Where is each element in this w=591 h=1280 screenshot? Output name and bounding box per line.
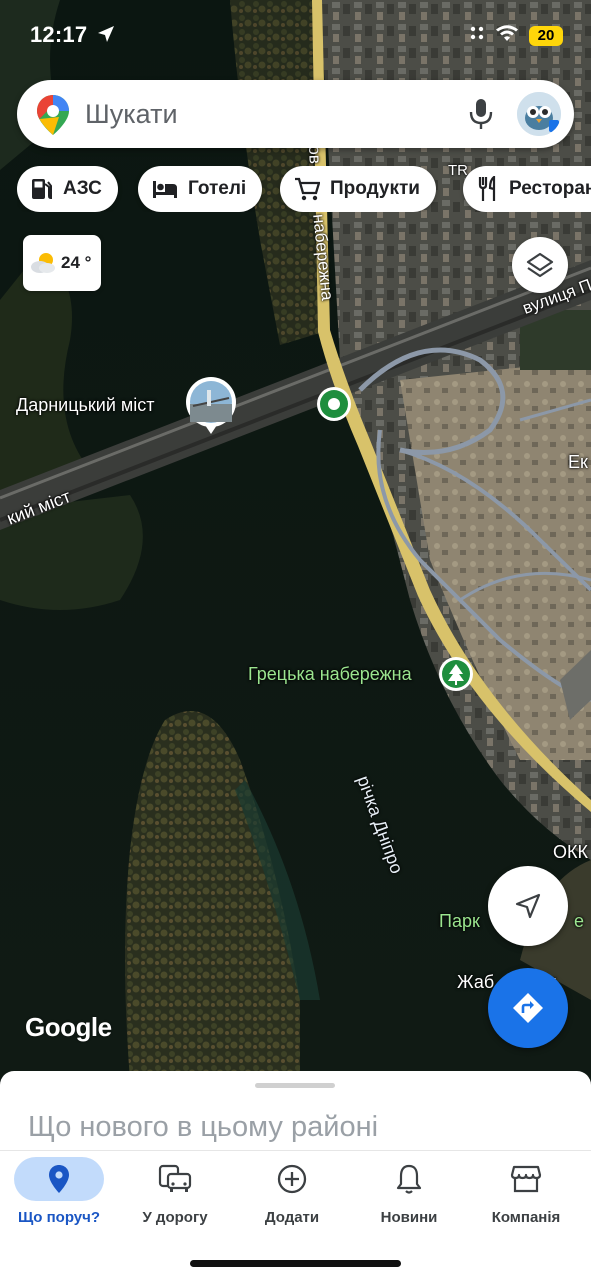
search-input[interactable]: Шукати — [85, 99, 178, 130]
status-icons: 20 — [469, 24, 563, 47]
map-label-darnytskyi-bridge[interactable]: Дарницький міст — [16, 395, 155, 416]
avatar[interactable] — [517, 92, 561, 136]
chip-label: Готелі — [188, 178, 247, 199]
nav-label: Що поруч? — [17, 1209, 101, 1226]
weather-badge[interactable]: 24 ° — [23, 235, 101, 291]
chip-restaurants[interactable]: Ресторани — [463, 166, 591, 212]
layers-icon — [526, 252, 554, 278]
partly-cloudy-icon — [31, 253, 55, 273]
grid-dots-icon — [469, 25, 485, 46]
hotel-bed-icon — [153, 181, 177, 198]
chip-groceries[interactable]: Продукти — [280, 166, 436, 212]
location-arrow-icon — [96, 24, 116, 49]
directions-icon — [513, 993, 543, 1023]
map-label-zhab-partial[interactable]: Жаб — [457, 972, 494, 993]
layers-button[interactable] — [512, 237, 568, 293]
weather-temperature: 24 ° — [61, 253, 92, 272]
search-bar[interactable]: Шукати — [17, 80, 574, 148]
nav-contribute[interactable]: Додати — [233, 1157, 351, 1237]
location-pin-icon — [49, 1165, 69, 1193]
wifi-icon — [495, 24, 519, 47]
chip-label: Ресторани — [509, 178, 591, 199]
chip-label: АЗС — [63, 178, 102, 199]
shopping-cart-icon — [295, 177, 320, 201]
navigation-arrow-icon — [515, 893, 541, 919]
nav-explore[interactable]: Що поруч? — [0, 1157, 118, 1237]
nav-label: У дорогу — [142, 1209, 208, 1226]
sheet-drag-handle[interactable] — [255, 1083, 335, 1088]
nav-label: Компанія — [491, 1209, 561, 1226]
map-label-ek-partial: Ек — [568, 452, 588, 472]
chip-label: Продукти — [330, 178, 420, 199]
nav-commute[interactable]: У дорогу — [116, 1157, 234, 1237]
bridge-photo-pin[interactable] — [185, 376, 237, 434]
map-label-grecka-embankment[interactable]: Грецька набережна — [248, 664, 412, 685]
map-label-park-partial-end: е — [574, 911, 585, 931]
category-chips: АЗС Готелі Продукти Ресторани — [17, 166, 591, 212]
google-maps-logo-icon — [37, 95, 69, 140]
nav-label: Новини — [380, 1209, 438, 1226]
directions-button[interactable] — [488, 968, 568, 1048]
map-label-park-partial[interactable]: Парк — [439, 911, 480, 932]
status-time: 12:17 — [30, 22, 88, 47]
bell-icon — [396, 1164, 422, 1194]
storefront-icon — [510, 1165, 542, 1193]
gas-station-icon — [32, 179, 52, 200]
my-location-button[interactable] — [488, 866, 568, 946]
park-tree-pin[interactable] — [438, 656, 474, 692]
nav-updates[interactable]: Новини — [350, 1157, 468, 1237]
restaurant-icon — [478, 176, 496, 201]
sheet-title: Що нового в цьому районі — [28, 1111, 379, 1143]
add-circle-icon — [277, 1164, 307, 1194]
nav-label: Додати — [264, 1209, 320, 1226]
maps-screen: Дарницький міст кий міст набережна ов ву… — [0, 0, 591, 1280]
google-logo: Google — [25, 1012, 112, 1042]
battery-indicator: 20 — [529, 25, 563, 46]
nav-business[interactable]: Компанія — [467, 1157, 585, 1237]
status-bar: 12:17 20 — [0, 0, 591, 70]
microphone-icon[interactable] — [469, 97, 493, 136]
chip-hotels[interactable]: Готелі — [138, 166, 263, 212]
chip-gas-stations[interactable]: АЗС — [17, 166, 118, 212]
green-place-pin[interactable] — [316, 386, 352, 422]
home-indicator[interactable] — [190, 1260, 401, 1267]
commute-icon — [158, 1164, 192, 1192]
map-label-okk-partial: ОКК — [553, 842, 588, 862]
